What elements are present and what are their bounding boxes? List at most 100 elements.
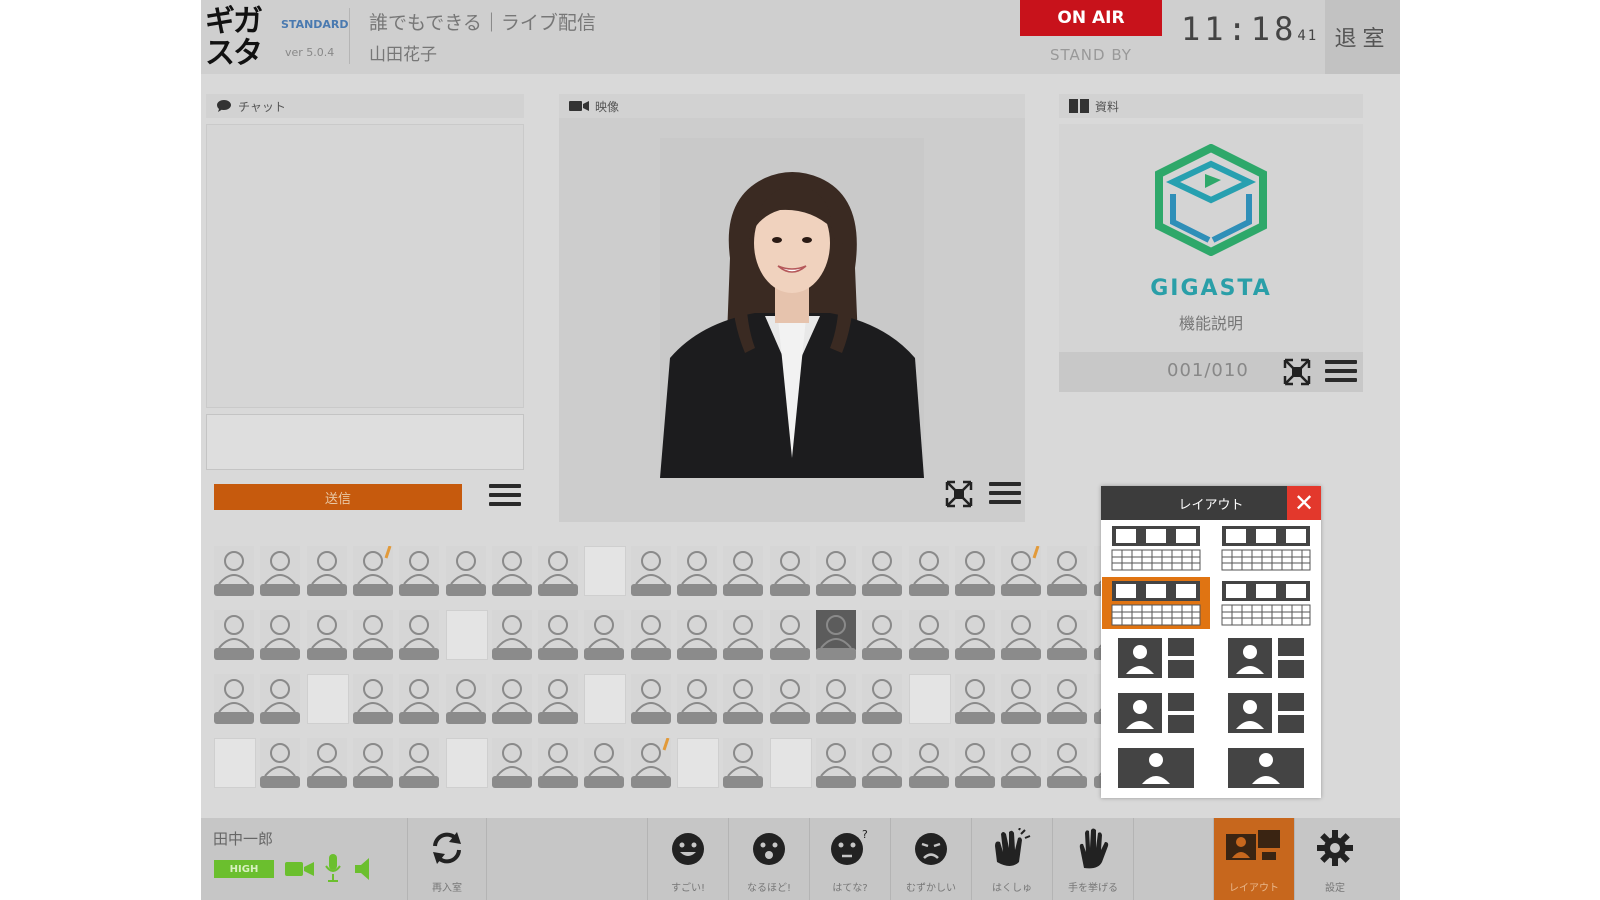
audience-seat[interactable] bbox=[1000, 545, 1042, 598]
audience-seat[interactable] bbox=[676, 610, 718, 662]
rejoin-button[interactable]: 再入室 bbox=[408, 818, 486, 900]
chat-menu-icon[interactable] bbox=[489, 484, 521, 510]
layout-option[interactable] bbox=[1102, 522, 1210, 574]
reaction-question-button[interactable]: ? はてな? bbox=[810, 818, 890, 900]
audience-seat[interactable] bbox=[815, 674, 857, 726]
audience-seat[interactable] bbox=[954, 610, 996, 662]
audience-seat[interactable] bbox=[908, 674, 951, 726]
audience-seat[interactable] bbox=[306, 546, 348, 598]
layout-option[interactable] bbox=[1212, 632, 1320, 684]
raise-hand-button[interactable]: 手を挙げる bbox=[1053, 818, 1133, 900]
audience-seat[interactable] bbox=[676, 546, 718, 598]
audience-seat[interactable] bbox=[630, 674, 672, 726]
layout-option[interactable] bbox=[1102, 687, 1210, 739]
layout-button[interactable]: レイアウト bbox=[1214, 818, 1294, 900]
audience-seat[interactable] bbox=[352, 610, 394, 662]
audience-seat[interactable] bbox=[769, 674, 811, 726]
close-icon[interactable]: ✕ bbox=[1287, 486, 1321, 520]
settings-button[interactable]: 設定 bbox=[1295, 818, 1375, 900]
audience-seat[interactable] bbox=[722, 738, 764, 790]
send-button[interactable]: 送信 bbox=[214, 484, 462, 510]
audience-seat[interactable] bbox=[908, 546, 950, 598]
speaker-icon[interactable] bbox=[355, 858, 379, 880]
audience-seat[interactable] bbox=[259, 674, 301, 726]
audience-seat[interactable] bbox=[908, 738, 950, 790]
audience-seat[interactable] bbox=[491, 546, 533, 598]
audience-seat[interactable] bbox=[722, 674, 764, 726]
audience-seat[interactable] bbox=[259, 610, 301, 662]
reaction-understand-button[interactable]: なるほど! bbox=[729, 818, 809, 900]
audience-seat[interactable] bbox=[306, 674, 349, 726]
audience-seat[interactable] bbox=[491, 738, 533, 790]
audience-seat[interactable] bbox=[583, 738, 625, 790]
audience-seat[interactable] bbox=[630, 610, 672, 662]
audience-seat[interactable] bbox=[491, 674, 533, 726]
video-expand-icon[interactable] bbox=[945, 480, 973, 508]
audience-seat[interactable] bbox=[445, 738, 488, 790]
audience-seat[interactable] bbox=[815, 738, 857, 790]
quality-badge[interactable]: HIGH bbox=[214, 860, 274, 878]
reaction-applause-button[interactable]: はくしゅ bbox=[972, 818, 1052, 900]
audience-seat[interactable] bbox=[213, 738, 256, 790]
audience-seat[interactable] bbox=[861, 610, 903, 662]
audience-seat[interactable] bbox=[537, 546, 579, 598]
audience-seat[interactable] bbox=[954, 546, 996, 598]
reaction-wow-button[interactable]: すごい! bbox=[648, 818, 728, 900]
audience-seat[interactable] bbox=[769, 610, 811, 662]
chat-input[interactable] bbox=[206, 414, 524, 470]
audience-seat[interactable] bbox=[213, 610, 255, 662]
document-slide[interactable]: GIGASTA 機能説明 bbox=[1059, 124, 1363, 352]
audience-seat[interactable] bbox=[815, 546, 857, 598]
audience-seat[interactable] bbox=[954, 674, 996, 726]
audience-seat[interactable] bbox=[630, 737, 672, 790]
audience-seat[interactable] bbox=[630, 546, 672, 598]
audience-seat[interactable] bbox=[908, 610, 950, 662]
audience-seat[interactable] bbox=[769, 546, 811, 598]
audience-seat[interactable] bbox=[537, 610, 579, 662]
audience-seat[interactable] bbox=[398, 738, 440, 790]
audience-seat[interactable] bbox=[352, 738, 394, 790]
audience-seat[interactable] bbox=[676, 674, 718, 726]
stand-by-indicator[interactable]: STAND BY bbox=[1020, 46, 1162, 64]
audience-seat[interactable] bbox=[954, 738, 996, 790]
audience-seat[interactable] bbox=[445, 546, 487, 598]
audience-seat[interactable] bbox=[352, 545, 394, 598]
camera-icon[interactable] bbox=[285, 860, 315, 878]
audience-seat[interactable] bbox=[861, 738, 903, 790]
layout-option[interactable] bbox=[1102, 632, 1210, 684]
audience-seat[interactable] bbox=[491, 610, 533, 662]
audience-seat[interactable] bbox=[1046, 610, 1088, 662]
audience-seat[interactable] bbox=[722, 610, 764, 662]
audience-seat[interactable] bbox=[861, 546, 903, 598]
audience-seat[interactable] bbox=[676, 738, 719, 790]
video-menu-icon[interactable] bbox=[989, 482, 1021, 508]
audience-seat[interactable] bbox=[213, 674, 255, 726]
audience-seat[interactable] bbox=[306, 610, 348, 662]
audience-seat[interactable] bbox=[445, 674, 487, 726]
audience-seat[interactable] bbox=[1000, 674, 1042, 726]
reaction-difficult-button[interactable]: むずかしい bbox=[891, 818, 971, 900]
audience-seat[interactable] bbox=[306, 738, 348, 790]
audience-seat[interactable] bbox=[815, 610, 857, 662]
on-air-indicator[interactable]: ON AIR bbox=[1020, 0, 1162, 36]
audience-seat[interactable] bbox=[583, 674, 627, 726]
layout-option[interactable] bbox=[1212, 742, 1320, 794]
audience-seat[interactable] bbox=[213, 546, 255, 598]
mic-icon[interactable] bbox=[325, 854, 341, 882]
audience-seat[interactable] bbox=[259, 738, 301, 790]
audience-seat[interactable] bbox=[398, 674, 440, 726]
audience-seat[interactable] bbox=[1046, 674, 1088, 726]
audience-seat[interactable] bbox=[1000, 738, 1042, 790]
audience-seat[interactable] bbox=[398, 546, 440, 598]
layout-option[interactable] bbox=[1102, 577, 1210, 629]
layout-option[interactable] bbox=[1102, 742, 1210, 794]
audience-seat[interactable] bbox=[398, 610, 440, 662]
audience-seat[interactable] bbox=[537, 738, 579, 790]
layout-option[interactable] bbox=[1212, 522, 1320, 574]
audience-seat[interactable] bbox=[722, 546, 764, 598]
audience-seat[interactable] bbox=[537, 674, 579, 726]
document-expand-icon[interactable] bbox=[1283, 358, 1311, 386]
audience-seat[interactable] bbox=[769, 738, 812, 790]
chat-log[interactable] bbox=[206, 124, 524, 408]
layout-option[interactable] bbox=[1212, 687, 1320, 739]
